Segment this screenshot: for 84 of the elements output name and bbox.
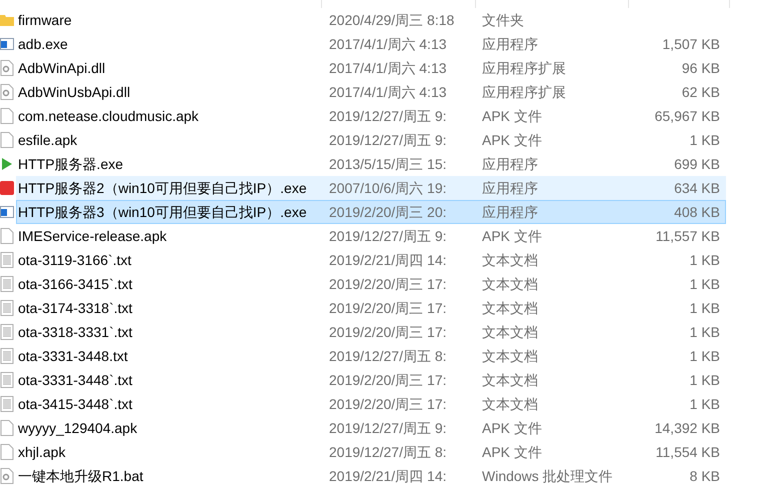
file-name: com.netease.cloudmusic.apk bbox=[17, 106, 200, 126]
date-modified: 2019/2/20/周三 17: bbox=[329, 370, 448, 390]
date-modified: 2019/2/20/周三 17: bbox=[329, 274, 448, 294]
date-modified: 2017/4/1/周六 4:13 bbox=[329, 58, 448, 78]
date-modified: 2019/12/27/周五 9: bbox=[329, 130, 448, 150]
file-name: ota-3318-3331`.txt bbox=[17, 322, 134, 342]
file-name: 一键本地升级R1.bat bbox=[17, 466, 144, 486]
file-type: 应用程序扩展 bbox=[482, 58, 567, 78]
file-row[interactable]: HTTP服务器3（win10可用但要自己找IP）.exe 2019/2/20/周三 20: 应用程序 408 KB bbox=[16, 200, 726, 224]
file-type: 文本文档 bbox=[482, 322, 539, 342]
file-size: 1 KB bbox=[688, 298, 720, 318]
file-type: APK 文件 bbox=[482, 442, 543, 462]
file-type: 文本文档 bbox=[482, 370, 539, 390]
date-modified: 2019/12/27/周五 8: bbox=[329, 442, 448, 462]
date-modified: 2019/2/20/周三 17: bbox=[329, 298, 448, 318]
file-name: ota-3331-3448.txt bbox=[17, 346, 129, 366]
file-name: AdbWinUsbApi.dll bbox=[17, 82, 132, 102]
file-name: AdbWinApi.dll bbox=[17, 58, 106, 78]
file-size: 1 KB bbox=[688, 250, 720, 270]
date-modified: 2019/12/27/周五 9: bbox=[329, 106, 448, 126]
date-modified: 2019/2/20/周三 20: bbox=[329, 202, 448, 222]
file-type: 文本文档 bbox=[482, 394, 539, 414]
file-name: IMEService-release.apk bbox=[17, 226, 168, 246]
date-modified: 2019/12/27/周五 9: bbox=[329, 418, 448, 438]
file-size: 1,507 KB bbox=[661, 34, 720, 54]
file-name: adb.exe bbox=[17, 34, 69, 54]
file-name: ota-3174-3318`.txt bbox=[17, 298, 134, 318]
date-modified: 2020/4/29/周三 8:18 bbox=[329, 10, 456, 30]
file-size: 1 KB bbox=[688, 274, 720, 294]
date-modified: 2013/5/15/周三 15: bbox=[329, 154, 448, 174]
file-name: ota-3331-3448`.txt bbox=[17, 370, 134, 390]
application-icon bbox=[0, 180, 14, 196]
file-type: 应用程序 bbox=[482, 178, 539, 198]
date-modified: 2007/10/6/周六 19: bbox=[329, 178, 448, 198]
file-name: HTTP服务器3（win10可用但要自己找IP）.exe bbox=[17, 202, 308, 222]
file-type: APK 文件 bbox=[482, 130, 543, 150]
file-size: 1 KB bbox=[688, 394, 720, 414]
file-type: APK 文件 bbox=[482, 226, 543, 246]
folder-icon bbox=[0, 12, 14, 28]
file-size: 65,967 KB bbox=[654, 106, 720, 126]
file-size: 1 KB bbox=[688, 370, 720, 390]
file-type: 文本文档 bbox=[482, 250, 539, 270]
file-size: 1 KB bbox=[688, 130, 720, 150]
date-modified: 2019/2/21/周四 14: bbox=[329, 466, 448, 486]
file-size: 1 KB bbox=[688, 322, 720, 342]
file-size: 1 KB bbox=[688, 346, 720, 366]
file-name: HTTP服务器.exe bbox=[17, 154, 124, 174]
file-name: HTTP服务器2（win10可用但要自己找IP）.exe bbox=[17, 178, 308, 198]
file-size: 699 KB bbox=[673, 154, 720, 174]
file-size: 408 KB bbox=[673, 202, 720, 222]
file-row[interactable]: HTTP服务器2（win10可用但要自己找IP）.exe 2007/10/6/周六 19: 应用程序 634 KB bbox=[16, 176, 726, 200]
file-type: 文本文档 bbox=[482, 298, 539, 318]
file-size: 14,392 KB bbox=[654, 418, 720, 438]
file-type: 应用程序扩展 bbox=[482, 82, 567, 102]
file-type: 文本文档 bbox=[482, 274, 539, 294]
date-modified: 2019/12/27/周五 8: bbox=[329, 346, 448, 366]
file-type: 文本文档 bbox=[482, 346, 539, 366]
play-icon bbox=[0, 156, 14, 172]
file-name: xhjl.apk bbox=[17, 442, 66, 462]
file-size: 8 KB bbox=[688, 466, 720, 486]
date-modified: 2019/12/27/周五 9: bbox=[329, 226, 448, 246]
file-size: 11,557 KB bbox=[654, 226, 720, 246]
file-size: 96 KB bbox=[680, 58, 720, 78]
file-type: 应用程序 bbox=[482, 154, 539, 174]
date-modified: 2019/2/21/周四 14: bbox=[329, 250, 448, 270]
file-size: 11,554 KB bbox=[654, 442, 720, 462]
file-type: APK 文件 bbox=[482, 106, 543, 126]
date-modified: 2019/2/20/周三 17: bbox=[329, 394, 448, 414]
file-type: 应用程序 bbox=[482, 34, 539, 54]
file-name: ota-3415-3448`.txt bbox=[17, 394, 134, 414]
file-name: ota-3119-3166`.txt bbox=[17, 250, 132, 270]
file-name: wyyyy_129404.apk bbox=[17, 418, 138, 438]
file-type: 应用程序 bbox=[482, 202, 539, 222]
date-modified: 2017/4/1/周六 4:13 bbox=[329, 34, 448, 54]
file-type: APK 文件 bbox=[482, 418, 543, 438]
file-type: 文件夹 bbox=[482, 10, 525, 30]
date-modified: 2017/4/1/周六 4:13 bbox=[329, 82, 448, 102]
file-size: 634 KB bbox=[673, 178, 720, 198]
file-size: 62 KB bbox=[680, 82, 720, 102]
date-modified: 2019/2/20/周三 17: bbox=[329, 322, 448, 342]
file-name: ota-3166-3415`.txt bbox=[17, 274, 134, 294]
file-name: firmware bbox=[17, 10, 73, 30]
file-type: Windows 批处理文件 bbox=[482, 466, 614, 486]
file-name: esfile.apk bbox=[17, 130, 78, 150]
